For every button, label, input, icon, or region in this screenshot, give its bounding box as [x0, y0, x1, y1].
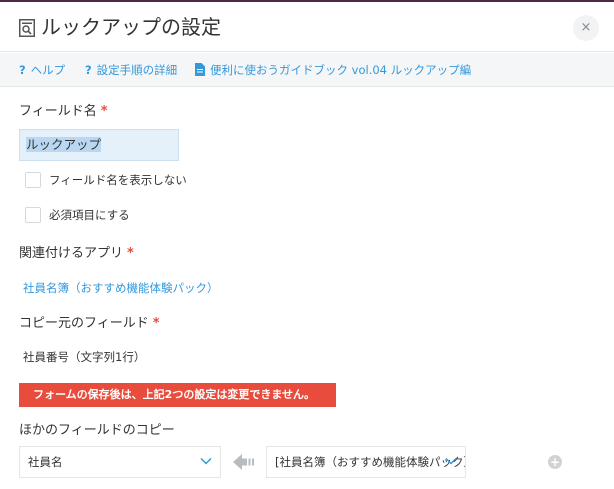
setup-details-link[interactable]: ? 設定手順の詳細: [85, 62, 177, 78]
required-field-label: 必須項目にする: [49, 208, 130, 222]
source-field-select[interactable]: [社員名簿（おすすめ機能体験パック）]: [266, 446, 466, 478]
field-name-label: フィールド名 *: [19, 104, 108, 119]
chevron-down-icon: [200, 457, 212, 465]
dialog-header: ルックアップの設定 ×: [0, 2, 614, 52]
lookup-search-icon: [19, 19, 35, 37]
field-mapping-label: ほかのフィールドのコピー: [19, 423, 175, 438]
required-mark: *: [152, 316, 160, 331]
related-app-label: 関連付けるアプリ *: [19, 246, 134, 261]
help-link-label: ヘルプ: [30, 63, 66, 77]
help-bar: ? ヘルプ ? 設定手順の詳細 便利に使おうガイドブック vol.04 ルックアップ…: [0, 53, 614, 87]
required-field-checkbox[interactable]: [25, 207, 41, 223]
hide-field-name-checkbox[interactable]: [25, 172, 41, 188]
help-link[interactable]: ? ヘルプ: [19, 62, 65, 78]
copy-source-label: コピー元のフィールド *: [19, 316, 160, 331]
field-name-input[interactable]: ルックアップ: [19, 129, 179, 161]
question-icon: ?: [19, 63, 26, 77]
copy-source-value: 社員番号（文字列1行）: [23, 350, 146, 364]
guidebook-link[interactable]: 便利に使おうガイドブック vol.04 ルックアップ編: [195, 62, 471, 78]
hide-field-name-label: フィールド名を表示しない: [49, 173, 187, 187]
related-app-link[interactable]: 社員名簿（おすすめ機能体験パック）: [23, 280, 219, 296]
target-field-select[interactable]: 社員名: [19, 446, 221, 478]
close-button[interactable]: ×: [573, 15, 599, 41]
warning-banner: フォームの保存後は、上記2つの設定は変更できません。: [19, 383, 336, 407]
setup-details-link-label: 設定手順の詳細: [96, 63, 178, 77]
question-icon: ?: [85, 63, 92, 77]
required-mark: *: [127, 246, 134, 261]
target-field-value: 社員名: [28, 455, 63, 469]
add-icon[interactable]: +: [548, 455, 562, 469]
guidebook-link-label: 便利に使おうガイドブック vol.04 ルックアップ編: [210, 63, 472, 77]
field-name-value: ルックアップ: [26, 137, 102, 152]
chevron-down-icon: [445, 457, 457, 465]
dialog-title: ルックアップの設定: [41, 15, 221, 39]
required-mark: *: [100, 104, 108, 119]
arrow-left-icon: [233, 454, 254, 470]
document-icon: [195, 63, 205, 76]
source-field-value: [社員名簿（おすすめ機能体験パック）]: [275, 455, 465, 469]
